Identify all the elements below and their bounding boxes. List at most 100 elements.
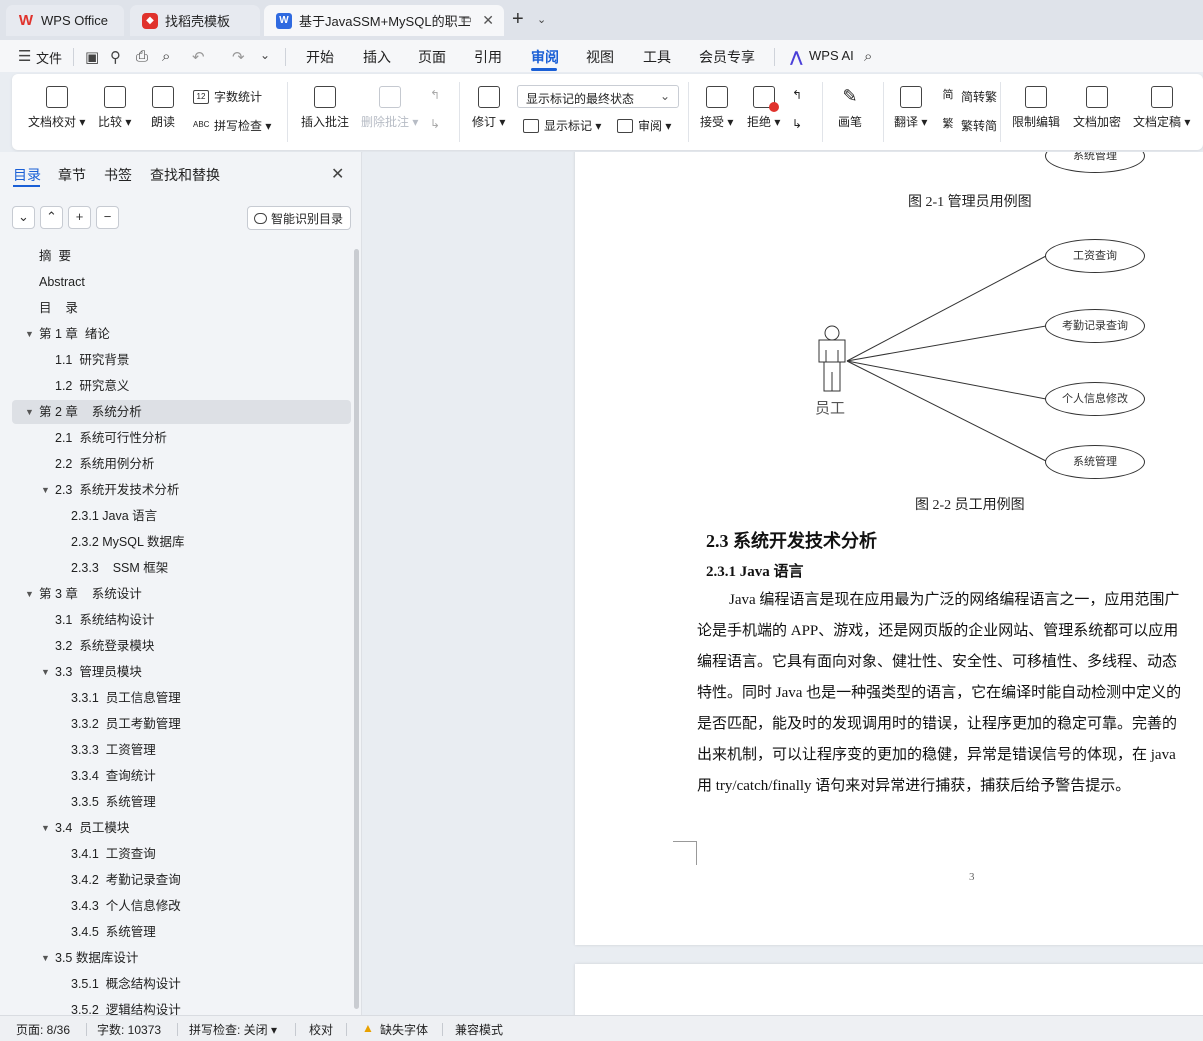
toc-item[interactable]: 2.3.2 MySQL 数据库 xyxy=(12,530,351,554)
toc-item[interactable]: ▼ 第 1 章 绪论 xyxy=(12,322,351,346)
toc-item[interactable]: 3.2 系统登录模块 xyxy=(12,634,351,658)
toc-item[interactable]: 目 录 xyxy=(12,296,351,320)
new-tab-icon[interactable]: + xyxy=(512,8,524,31)
insert-comment-button[interactable]: 插入批注 xyxy=(301,86,349,130)
menu-member[interactable]: 会员专享 xyxy=(699,47,755,67)
toc-item[interactable]: 3.4.3 个人信息修改 xyxy=(12,894,351,918)
toc-item[interactable]: 3.3.5 系统管理 xyxy=(12,790,351,814)
toc-item[interactable]: 2.3.1 Java 语言 xyxy=(12,504,351,528)
tab-toc[interactable]: 目录 xyxy=(13,165,41,185)
close-tab-icon[interactable]: ✕ xyxy=(482,12,494,29)
review-pane-button[interactable]: 审阅 ▾ xyxy=(617,117,671,134)
expand-arrow-icon[interactable]: ▼ xyxy=(25,400,34,424)
compare-button[interactable]: 比较 ▾ xyxy=(98,86,131,130)
previous-change-icon[interactable]: ↰ xyxy=(792,88,802,102)
delete-comment-button[interactable]: 删除批注 ▾ xyxy=(361,86,418,130)
traditional-to-simplified-button[interactable]: 繁 繁转简 xyxy=(940,117,998,134)
tab-bookmarks[interactable]: 书签 xyxy=(104,165,132,185)
word-count-indicator[interactable]: 字数: 10373 xyxy=(97,1021,161,1038)
page-indicator[interactable]: 页面: 8/36 xyxy=(16,1021,70,1038)
proofread-status[interactable]: 校对 xyxy=(309,1021,333,1038)
word-count-button[interactable]: 12 字数统计 xyxy=(193,88,262,105)
toc-item[interactable]: 3.4.2 考勤记录查询 xyxy=(12,868,351,892)
close-icon[interactable]: ✕ xyxy=(331,164,344,184)
next-change-icon[interactable]: ↳ xyxy=(792,117,802,131)
menu-home[interactable]: 开始 xyxy=(306,47,334,67)
spell-check-status[interactable]: 拼写检查: 关闭 ▾ xyxy=(189,1021,277,1038)
finalize-button[interactable]: 文档定稿 ▾ xyxy=(1133,86,1190,130)
toc-item[interactable]: 3.5.1 概念结构设计 xyxy=(12,972,351,996)
toc-item[interactable]: ▼ 3.3 管理员模块 xyxy=(12,660,351,684)
menu-insert[interactable]: 插入 xyxy=(363,47,391,67)
add-heading-button[interactable]: + xyxy=(68,206,91,229)
toc-item[interactable]: Abstract xyxy=(12,270,351,294)
read-aloud-button[interactable]: 朗读 xyxy=(151,86,175,130)
chevron-down-icon[interactable]: ⌄ xyxy=(260,48,270,62)
toc-item[interactable]: 3.3.3 工资管理 xyxy=(12,738,351,762)
hamburger-icon[interactable]: ☰ xyxy=(18,47,31,65)
missing-font-status[interactable]: 缺失字体 xyxy=(380,1021,428,1038)
toc-item[interactable]: 3.4.1 工资查询 xyxy=(12,842,351,866)
toc-item[interactable]: ▼ 第 3 章 系统设计 xyxy=(12,582,351,606)
encrypt-button[interactable]: 文档加密 xyxy=(1073,86,1121,130)
toc-item[interactable]: 1.1 研究背景 xyxy=(12,348,351,372)
toc-item[interactable]: 2.2 系统用例分析 xyxy=(12,452,351,476)
smart-toc-button[interactable]: 智能识别目录 xyxy=(247,206,351,230)
show-markup-button[interactable]: 显示标记 ▾ xyxy=(523,117,601,134)
next-comment-icon[interactable]: ↳ xyxy=(430,117,440,131)
previous-comment-icon[interactable]: ↰ xyxy=(430,88,440,102)
toc-item[interactable]: 3.1 系统结构设计 xyxy=(12,608,351,632)
toc-item[interactable]: 3.3.4 查询统计 xyxy=(12,764,351,788)
menu-file[interactable]: 文件 xyxy=(36,48,62,67)
menu-page[interactable]: 页面 xyxy=(418,47,446,67)
expand-down-button[interactable]: ⌄ xyxy=(12,206,35,229)
toc-item[interactable]: ▼ 2.3 系统开发技术分析 xyxy=(12,478,351,502)
toc-item[interactable]: 3.5.2 逻辑结构设计 xyxy=(12,998,351,1015)
toc-item[interactable]: ▼ 3.4 员工模块 xyxy=(12,816,351,840)
expand-arrow-icon[interactable]: ▼ xyxy=(25,322,34,346)
undo-icon[interactable]: ↶ xyxy=(192,48,205,66)
expand-arrow-icon[interactable]: ▼ xyxy=(41,660,50,684)
toc-item[interactable]: 2.3.3 SSM 框架 xyxy=(12,556,351,580)
accept-button[interactable]: 接受 ▾ xyxy=(700,86,733,130)
save-icon[interactable]: ▣ xyxy=(85,48,99,66)
toc-item[interactable]: 2.1 系统可行性分析 xyxy=(12,426,351,450)
expand-arrow-icon[interactable]: ▼ xyxy=(41,478,50,502)
search-icon[interactable]: ⌕ xyxy=(864,48,872,65)
share-icon[interactable]: ⚲ xyxy=(110,48,121,66)
menu-review[interactable]: 审阅 xyxy=(531,47,559,67)
tab-wps-office[interactable]: W WPS Office xyxy=(6,5,124,36)
menu-wps-ai[interactable]: WPS AI xyxy=(809,48,854,63)
redo-icon[interactable]: ↷ xyxy=(232,48,245,66)
tab-docer-templates[interactable]: ◆ 找稻壳模板 xyxy=(130,5,260,36)
toc-item[interactable]: 3.3.1 员工信息管理 xyxy=(12,686,351,710)
sidebar-scrollbar[interactable] xyxy=(354,249,359,1009)
chevron-down-icon[interactable]: ⌄ xyxy=(537,13,546,26)
menu-view[interactable]: 视图 xyxy=(586,47,614,67)
tab-find-replace[interactable]: 查找和替换 xyxy=(150,165,220,185)
toc-item[interactable]: 3.3.2 员工考勤管理 xyxy=(12,712,351,736)
pen-button[interactable]: ✎ 画笔 xyxy=(838,86,862,130)
print-preview-icon[interactable]: ⌕ xyxy=(162,48,170,65)
restrict-edit-button[interactable]: 限制编辑 xyxy=(1012,86,1060,130)
menu-tools[interactable]: 工具 xyxy=(643,47,671,67)
tab-current-document[interactable]: W 基于JavaSSM+MySQL的职工 ▭ ✕ xyxy=(264,5,504,36)
expand-arrow-icon[interactable]: ▼ xyxy=(41,816,50,840)
simplified-to-traditional-button[interactable]: 简 简转繁 xyxy=(940,88,998,105)
doc-check-button[interactable]: 文档校对 ▾ xyxy=(28,86,85,130)
toc-item[interactable]: 摘 要 xyxy=(12,244,351,268)
reject-button[interactable]: 拒绝 ▾ xyxy=(747,86,780,130)
expand-arrow-icon[interactable]: ▼ xyxy=(41,946,50,970)
collapse-up-button[interactable]: ⌃ xyxy=(40,206,63,229)
toc-item[interactable]: 1.2 研究意义 xyxy=(12,374,351,398)
tab-sections[interactable]: 章节 xyxy=(58,165,86,185)
translate-button[interactable]: 翻译 ▾ xyxy=(894,86,927,130)
menu-references[interactable]: 引用 xyxy=(474,47,502,67)
toc-item[interactable]: ▼ 3.5 数据库设计 xyxy=(12,946,351,970)
toc-item[interactable]: 3.4.5 系统管理 xyxy=(12,920,351,944)
print-icon[interactable]: ⎙ xyxy=(136,48,148,65)
monitor-icon[interactable]: ▭ xyxy=(461,12,472,26)
expand-arrow-icon[interactable]: ▼ xyxy=(25,582,34,606)
spell-check-button[interactable]: ABC 拼写检查 ▾ xyxy=(193,117,271,134)
toc-item[interactable]: ▼ 第 2 章 系统分析 xyxy=(12,400,351,424)
